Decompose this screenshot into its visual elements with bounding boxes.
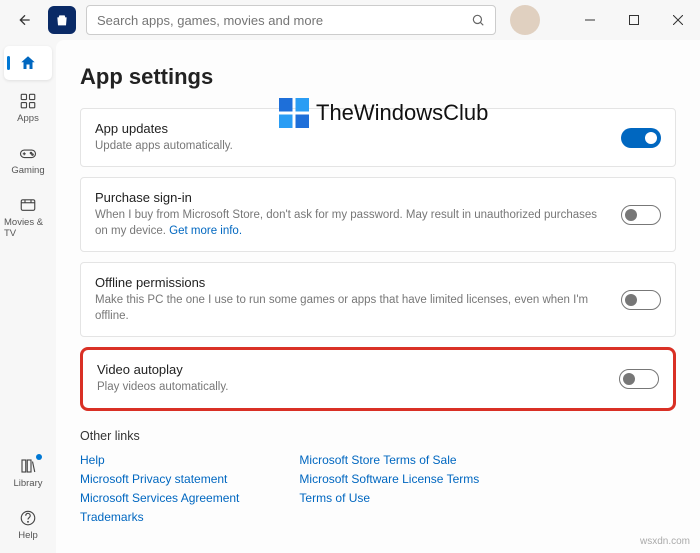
card-desc: Play videos automatically. — [97, 379, 607, 395]
nav-label: Help — [18, 530, 38, 541]
watermark-text: TheWindowsClub — [316, 100, 488, 126]
nav-apps[interactable]: Apps — [4, 84, 52, 132]
link-terms-use[interactable]: Terms of Use — [299, 491, 479, 505]
nav-gaming[interactable]: Gaming — [4, 136, 52, 184]
link-privacy[interactable]: Microsoft Privacy statement — [80, 472, 239, 486]
nav-label: Gaming — [11, 165, 44, 176]
sidebar: Apps Gaming Movies & TV Library Help — [0, 40, 56, 553]
nav-label: Apps — [17, 113, 39, 124]
arrow-left-icon — [17, 12, 33, 28]
toggle-purchase-signin[interactable] — [621, 205, 661, 225]
link-trademarks[interactable]: Trademarks — [80, 510, 239, 524]
search-input[interactable] — [97, 13, 471, 28]
link-services-agreement[interactable]: Microsoft Services Agreement — [80, 491, 239, 505]
card-desc: Update apps automatically. — [95, 138, 609, 154]
library-icon — [19, 457, 37, 475]
other-links-section: Other links Help Microsoft Privacy state… — [80, 429, 676, 524]
card-offline-permissions: Offline permissions Make this PC the one… — [80, 262, 676, 337]
nav-label: Library — [13, 478, 42, 489]
home-icon — [19, 54, 37, 72]
titlebar — [0, 0, 700, 40]
card-purchase-signin: Purchase sign-in When I buy from Microso… — [80, 177, 676, 252]
user-avatar[interactable] — [510, 5, 540, 35]
card-title: Video autoplay — [97, 362, 607, 377]
link-help[interactable]: Help — [80, 453, 239, 467]
search-box[interactable] — [86, 5, 496, 35]
nav-home[interactable] — [4, 46, 52, 80]
link-license-terms[interactable]: Microsoft Software License Terms — [299, 472, 479, 486]
watermark-logo: TheWindowsClub — [276, 95, 488, 131]
card-desc: Make this PC the one I use to run some g… — [95, 292, 609, 324]
back-button[interactable] — [8, 3, 42, 37]
main-content: App settings TheWindowsClub App updates … — [56, 40, 700, 553]
badge-dot — [36, 454, 42, 460]
get-more-info-link[interactable]: Get more info. — [169, 225, 242, 237]
toggle-app-updates[interactable] — [621, 128, 661, 148]
watermark-domain: wsxdn.com — [640, 536, 690, 547]
nav-movies[interactable]: Movies & TV — [4, 188, 52, 247]
nav-help[interactable]: Help — [4, 501, 52, 549]
minimize-button[interactable] — [568, 6, 612, 34]
nav-library[interactable]: Library — [4, 449, 52, 497]
toggle-video-autoplay[interactable] — [619, 369, 659, 389]
store-logo-icon — [48, 6, 76, 34]
maximize-button[interactable] — [612, 6, 656, 34]
card-desc: When I buy from Microsoft Store, don't a… — [95, 207, 609, 239]
close-button[interactable] — [656, 6, 700, 34]
toggle-offline-permissions[interactable] — [621, 290, 661, 310]
search-icon — [471, 13, 485, 27]
apps-icon — [19, 92, 37, 110]
nav-label: Movies & TV — [4, 217, 52, 239]
window-controls — [568, 6, 700, 34]
other-links-title: Other links — [80, 429, 676, 443]
card-title: Purchase sign-in — [95, 190, 609, 205]
card-title: Offline permissions — [95, 275, 609, 290]
gamepad-icon — [19, 144, 37, 162]
card-video-autoplay: Video autoplay Play videos automatically… — [80, 347, 676, 410]
film-icon — [19, 196, 37, 214]
help-icon — [19, 509, 37, 527]
page-title: App settings — [80, 64, 676, 90]
link-terms-sale[interactable]: Microsoft Store Terms of Sale — [299, 453, 479, 467]
